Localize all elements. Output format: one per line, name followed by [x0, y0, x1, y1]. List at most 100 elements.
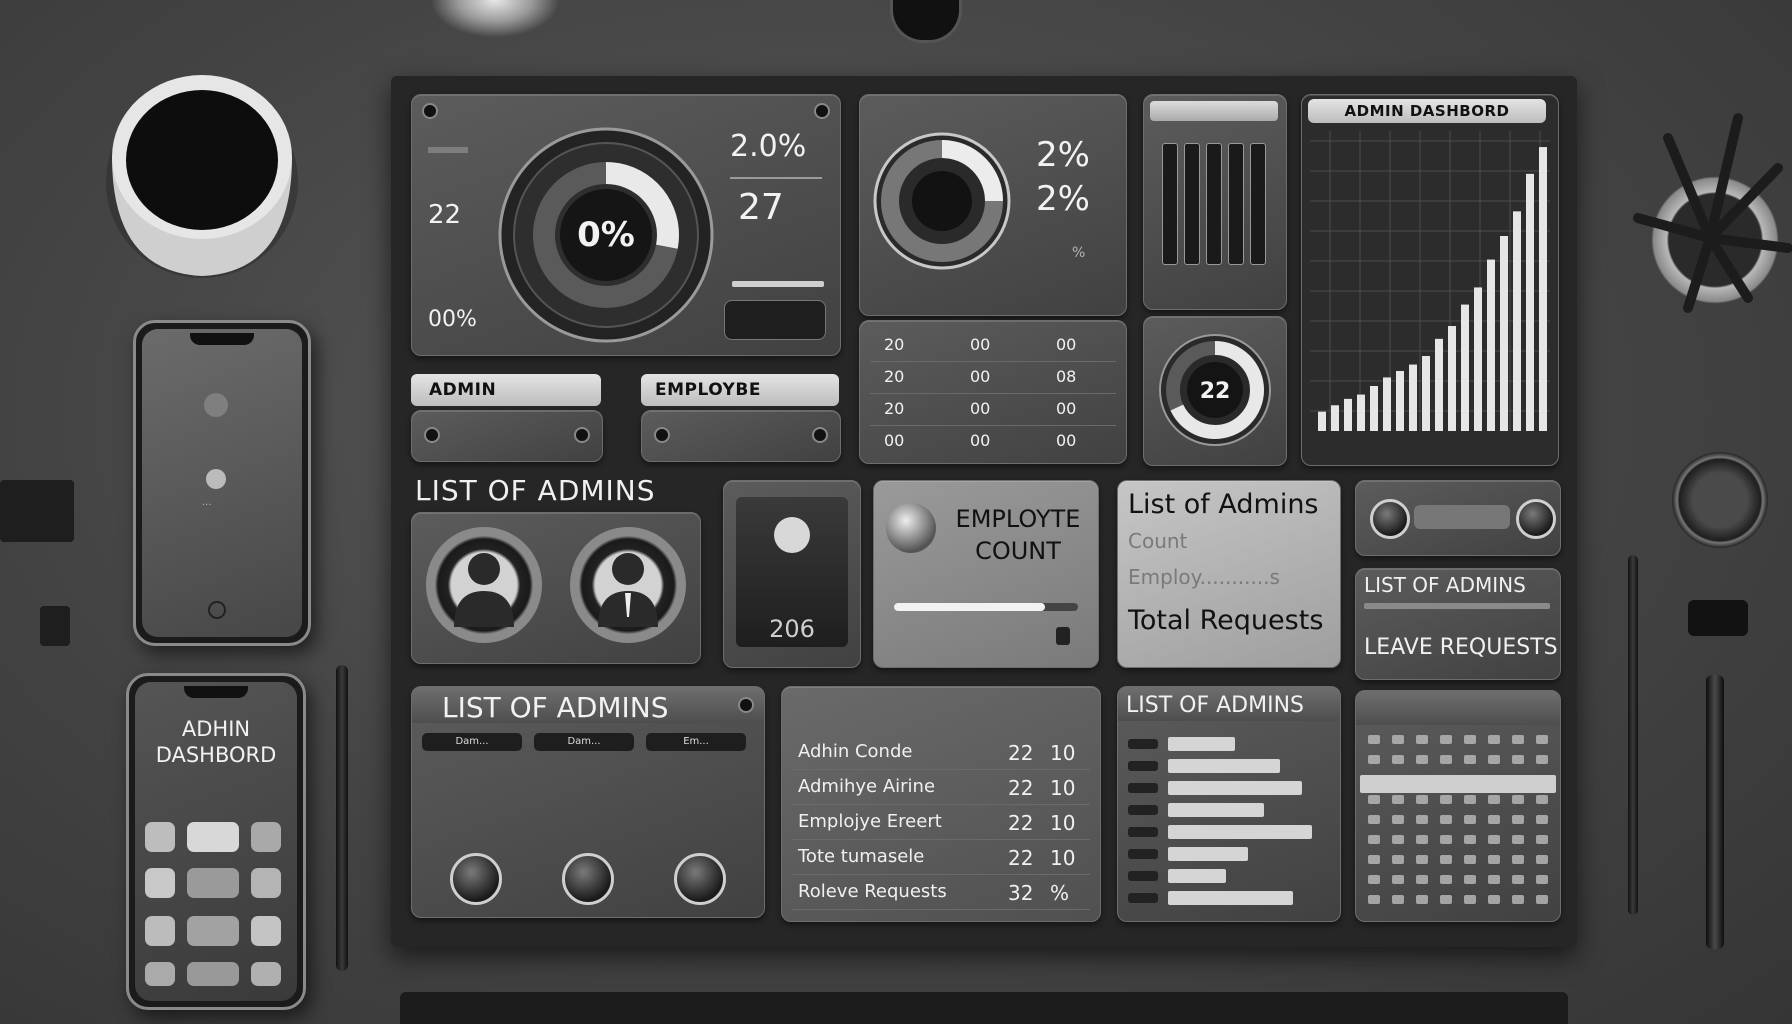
gauge-right-top: 2.0%: [730, 129, 807, 164]
grid-cell: [1440, 795, 1452, 804]
employee-toggle-icon[interactable]: [654, 427, 670, 443]
phone-title-line2: DASHBORD: [155, 743, 277, 767]
summary-card: List of Admins Count Employ...........s …: [1117, 480, 1341, 668]
admin-toggle-icon[interactable]: [574, 427, 590, 443]
phone-bottom: ADHIN DASHBORD: [126, 673, 306, 1010]
phone-top-label: ...: [202, 497, 212, 508]
app-tile[interactable]: [145, 868, 175, 898]
phone-top-home-icon[interactable]: [208, 601, 226, 619]
app-tile[interactable]: [145, 916, 175, 946]
column-header[interactable]: Dam...: [534, 733, 634, 751]
admins-list-panel: LIST OF ADMINS Dam... Dam... Em...: [411, 686, 765, 918]
row-divider: [870, 425, 1116, 426]
grid-cell: [1416, 735, 1428, 744]
fader-4[interactable]: [1228, 143, 1244, 265]
column-knob[interactable]: [674, 853, 726, 905]
column-knob[interactable]: [450, 853, 502, 905]
app-tile[interactable]: [251, 962, 281, 986]
app-tile[interactable]: [187, 868, 239, 898]
app-tile[interactable]: [187, 962, 239, 986]
grid-cell: [1464, 755, 1476, 764]
keyboard-edge: [400, 992, 1568, 1024]
gauge-toggle[interactable]: [724, 300, 826, 340]
grid-cell: [1392, 795, 1404, 804]
panel-screw: [814, 103, 830, 119]
grid-cell: [1440, 815, 1452, 824]
column-header[interactable]: Dam...: [422, 733, 522, 751]
fader-2[interactable]: [1184, 143, 1200, 265]
dial-caption: %: [1072, 245, 1086, 261]
employee-toggle-icon[interactable]: [812, 427, 828, 443]
grid-cell: [1536, 835, 1548, 844]
growth-bar: [1500, 236, 1508, 431]
grid-cell: [1416, 795, 1428, 804]
admin-bar-icon: [1128, 739, 1158, 749]
stats-value-b: %: [1050, 881, 1070, 905]
grid-cell: [1536, 895, 1548, 904]
number-cell: 00: [970, 431, 991, 450]
app-tile[interactable]: [187, 822, 239, 852]
employee-count-knob[interactable]: [886, 503, 936, 553]
row-divider: [792, 769, 1090, 770]
fader-3[interactable]: [1206, 143, 1222, 265]
growth-bar: [1409, 364, 1417, 431]
tab-admin[interactable]: ADMIN: [411, 374, 601, 406]
admins-section-title: LIST OF ADMINS: [415, 474, 656, 507]
grid-cell: [1368, 795, 1380, 804]
growth-bar: [1487, 259, 1495, 431]
app-tile[interactable]: [145, 822, 175, 852]
app-tile[interactable]: [187, 916, 239, 946]
admin-bar-icon: [1128, 783, 1158, 793]
number-cell: 00: [1056, 335, 1077, 354]
growth-chart: [1310, 131, 1550, 432]
grid-cell: [1464, 835, 1476, 844]
grid-cell: [1416, 835, 1428, 844]
number-cell: 00: [970, 367, 991, 386]
dial-value-top: 2%: [1036, 135, 1090, 175]
leave-divider: [1364, 603, 1550, 609]
phone-notch: [184, 686, 248, 698]
employee-count-handle[interactable]: [1056, 627, 1070, 645]
grid-cell: [1536, 755, 1548, 764]
grid-cell: [1464, 875, 1476, 884]
profile-value: 206: [769, 615, 815, 643]
grid-cell: [1464, 815, 1476, 824]
toggle-knob-right[interactable]: [1516, 499, 1556, 539]
toggle-track[interactable]: [1414, 505, 1510, 529]
grid-cell: [1368, 815, 1380, 824]
grid-cell: [1392, 855, 1404, 864]
stats-label: Roleve Requests: [798, 881, 947, 902]
stats-table-panel: Adhin Conde 22 10 Admihye Airine 22 10 Emplojy…: [781, 686, 1101, 922]
gauge-right-bar: [732, 281, 824, 287]
phone-title: ADHIN DASHBORD: [135, 716, 297, 768]
stats-value-a: 32: [1008, 881, 1034, 905]
grid-cell: [1536, 855, 1548, 864]
row-divider: [792, 874, 1090, 875]
toggle-knob-left[interactable]: [1370, 499, 1410, 539]
column-knob[interactable]: [562, 853, 614, 905]
app-tile[interactable]: [251, 822, 281, 852]
dial-value-bottom: 2%: [1036, 179, 1090, 219]
admin-toggle-icon[interactable]: [424, 427, 440, 443]
app-tile[interactable]: [251, 868, 281, 898]
gauge-panel: 22 00% 0% 2.0% 27: [411, 94, 841, 356]
toggle-panel: [1355, 480, 1561, 556]
app-tile[interactable]: [145, 962, 175, 986]
fader-5[interactable]: [1250, 143, 1266, 265]
row-divider: [792, 909, 1090, 910]
number-cell: 00: [970, 335, 991, 354]
summary-line4: Total Requests: [1128, 605, 1324, 636]
growth-bar: [1435, 338, 1443, 431]
admins-list-icon[interactable]: [738, 697, 754, 713]
fader-1[interactable]: [1162, 143, 1178, 265]
grid-cell: [1464, 735, 1476, 744]
grid-cell: [1488, 895, 1500, 904]
column-header[interactable]: Em...: [646, 733, 746, 751]
leave-heading: LIST OF ADMINS: [1364, 573, 1526, 597]
app-tile[interactable]: [251, 916, 281, 946]
tab-employee[interactable]: EMPLOYBE: [641, 374, 839, 406]
grid-cell: [1488, 875, 1500, 884]
row-divider: [870, 361, 1116, 362]
gauge-left-value-1: 22: [428, 200, 462, 230]
grid-cell: [1464, 855, 1476, 864]
